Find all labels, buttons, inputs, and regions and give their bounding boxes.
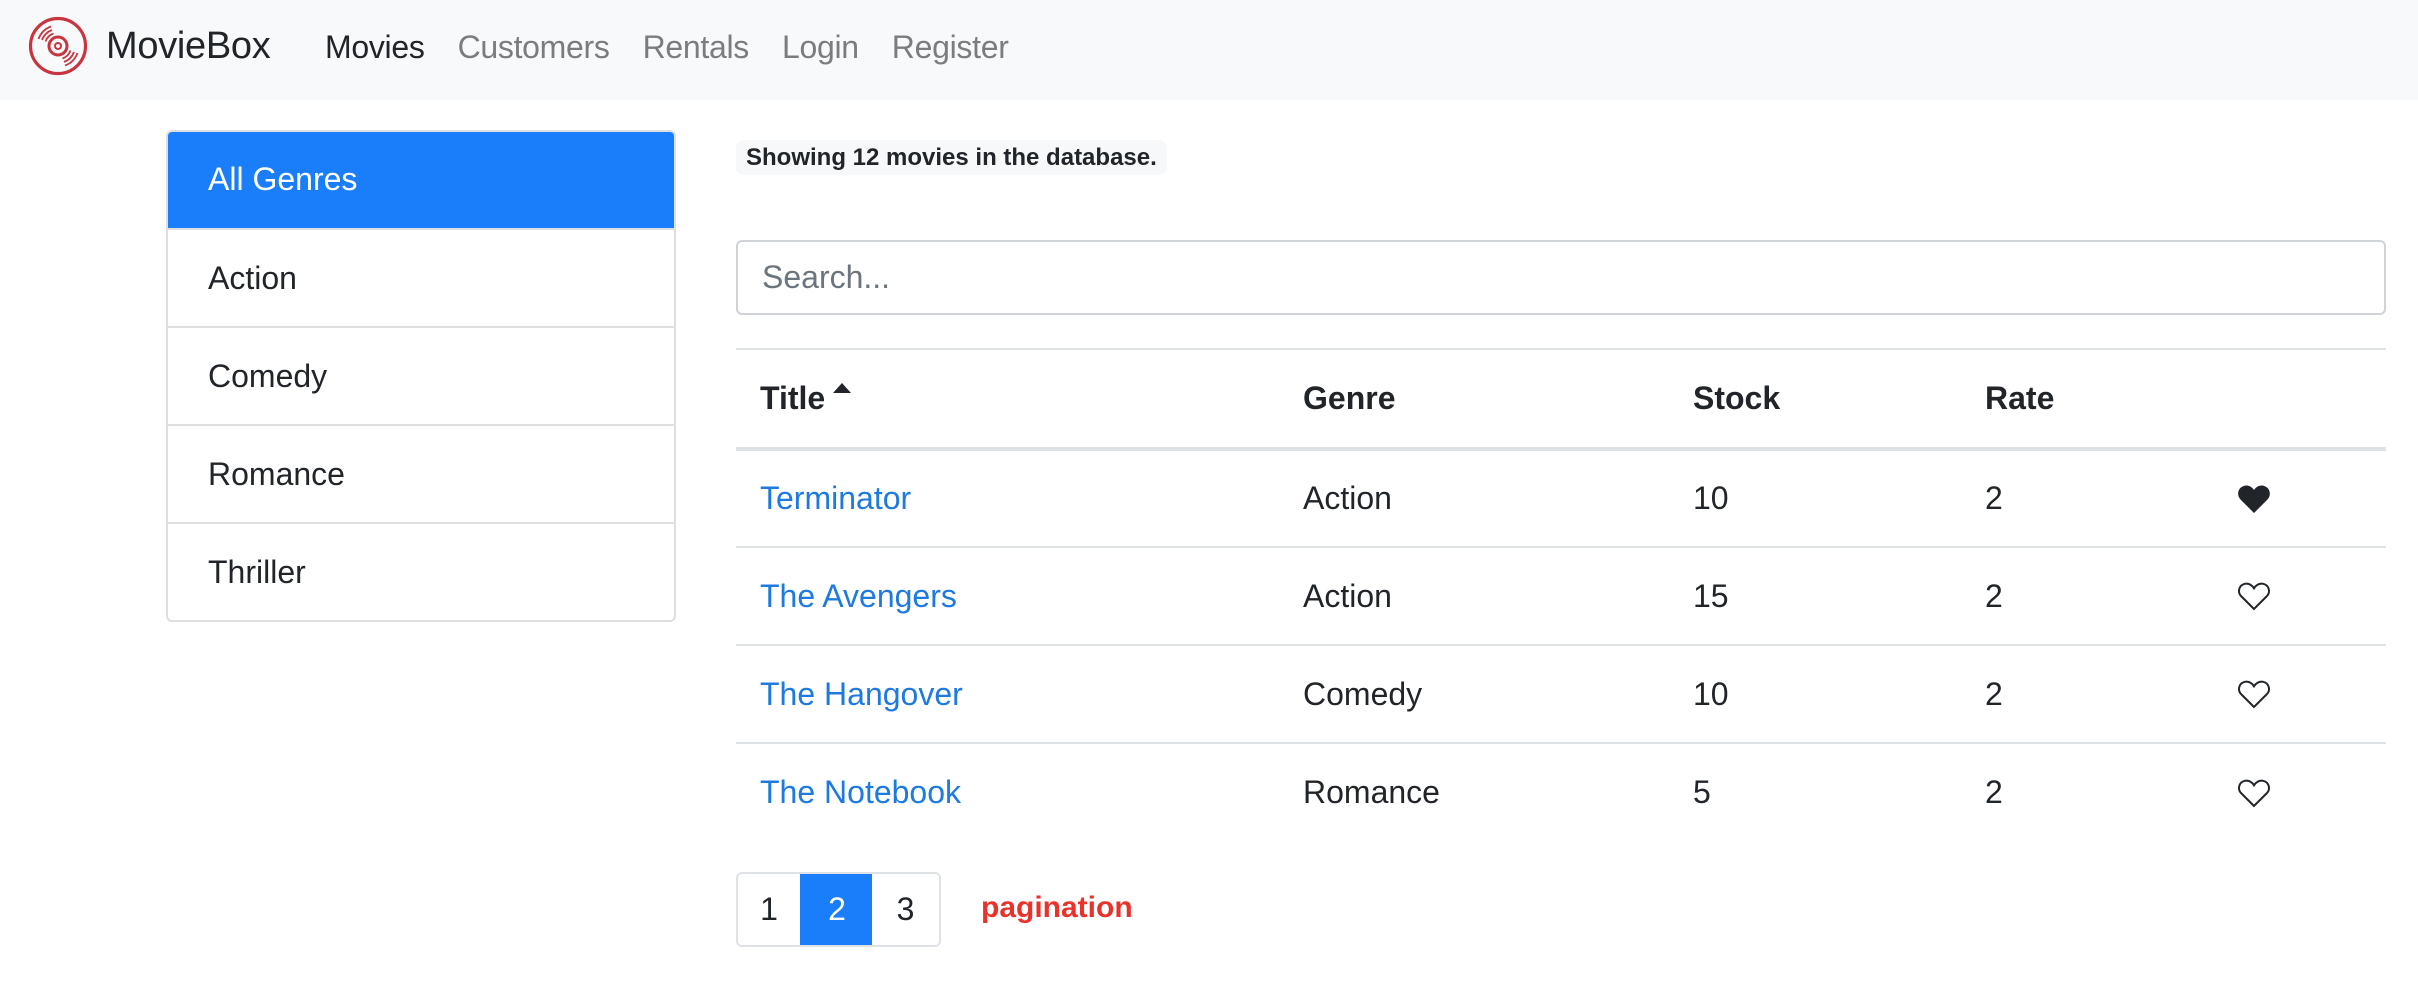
- heart-outline-icon[interactable]: [2237, 679, 2271, 709]
- genre-item-romance[interactable]: Romance: [168, 424, 674, 522]
- movie-rate: 2: [1985, 675, 2003, 712]
- genre-item-comedy[interactable]: Comedy: [168, 326, 674, 424]
- table-row: The Avengers Action 15 2: [736, 547, 2386, 645]
- movie-stock: 5: [1693, 774, 1711, 810]
- nav-link-rentals[interactable]: Rentals: [643, 22, 750, 72]
- nav-link-customers[interactable]: Customers: [458, 22, 610, 72]
- column-header-title-label: Title: [760, 380, 826, 416]
- heart-outline-icon[interactable]: [2237, 778, 2271, 808]
- vinyl-disc-icon: [28, 16, 88, 76]
- genre-item-thriller[interactable]: Thriller: [168, 522, 674, 620]
- nav-link-login[interactable]: Login: [782, 22, 859, 72]
- movie-stock: 10: [1693, 480, 1729, 516]
- genre-item-all[interactable]: All Genres: [168, 132, 674, 228]
- table-row: The Hangover Comedy 10 2: [736, 645, 2386, 743]
- table-row: Terminator Action 10 2: [736, 449, 2386, 547]
- navbar: MovieBox Movies Customers Rentals Login …: [0, 0, 2418, 100]
- movie-rate: 2: [1985, 480, 2003, 516]
- brand-link[interactable]: MovieBox: [28, 16, 271, 76]
- pagination: 1 2 3: [736, 872, 941, 947]
- movies-table: Title Genre Stock Rate Terminator Action…: [736, 348, 2386, 841]
- column-header-title[interactable]: Title: [736, 349, 1279, 449]
- table-body: Terminator Action 10 2 The Avengers Acti…: [736, 449, 2386, 841]
- table-header: Title Genre Stock Rate: [736, 349, 2386, 449]
- nav-links: Movies Customers Rentals Login Register: [325, 22, 1042, 72]
- movie-rate: 2: [1985, 577, 2003, 614]
- column-header-stock[interactable]: Stock: [1669, 349, 1961, 449]
- movie-stock: 10: [1693, 675, 1729, 712]
- movie-rate: 2: [1985, 774, 2003, 810]
- heart-outline-icon[interactable]: [2237, 581, 2271, 611]
- movie-genre: Action: [1303, 480, 1392, 516]
- movie-title-link[interactable]: Terminator: [760, 480, 911, 516]
- pagination-annotation-label: pagination: [981, 891, 1133, 924]
- movie-title-link[interactable]: The Notebook: [760, 774, 961, 810]
- page-button-2[interactable]: 2: [800, 874, 872, 945]
- caret-up-icon: [833, 383, 852, 393]
- table-row: The Notebook Romance 5 2: [736, 743, 2386, 841]
- movie-count-text: Showing 12 movies in the database.: [736, 140, 1167, 175]
- page-button-3[interactable]: 3: [872, 874, 939, 945]
- nav-link-register[interactable]: Register: [892, 22, 1009, 72]
- header-row: Title Genre Stock Rate: [736, 349, 2386, 449]
- movie-genre: Action: [1303, 577, 1392, 614]
- column-header-genre[interactable]: Genre: [1279, 349, 1669, 449]
- page-button-1[interactable]: 1: [738, 874, 800, 945]
- genre-item-action[interactable]: Action: [168, 228, 674, 326]
- movie-genre: Romance: [1303, 774, 1440, 810]
- search-input[interactable]: [736, 240, 2386, 315]
- movie-stock: 15: [1693, 577, 1729, 614]
- nav-link-movies[interactable]: Movies: [325, 22, 425, 72]
- brand-name: MovieBox: [106, 25, 271, 67]
- column-header-rate[interactable]: Rate: [1961, 349, 2213, 449]
- movie-genre: Comedy: [1303, 675, 1423, 712]
- heart-filled-icon[interactable]: [2237, 484, 2271, 514]
- column-header-like: [2213, 349, 2386, 449]
- movie-title-link[interactable]: The Avengers: [760, 578, 957, 614]
- movie-title-link[interactable]: The Hangover: [760, 676, 963, 712]
- genre-list: All Genres Action Comedy Romance Thrille…: [166, 130, 676, 622]
